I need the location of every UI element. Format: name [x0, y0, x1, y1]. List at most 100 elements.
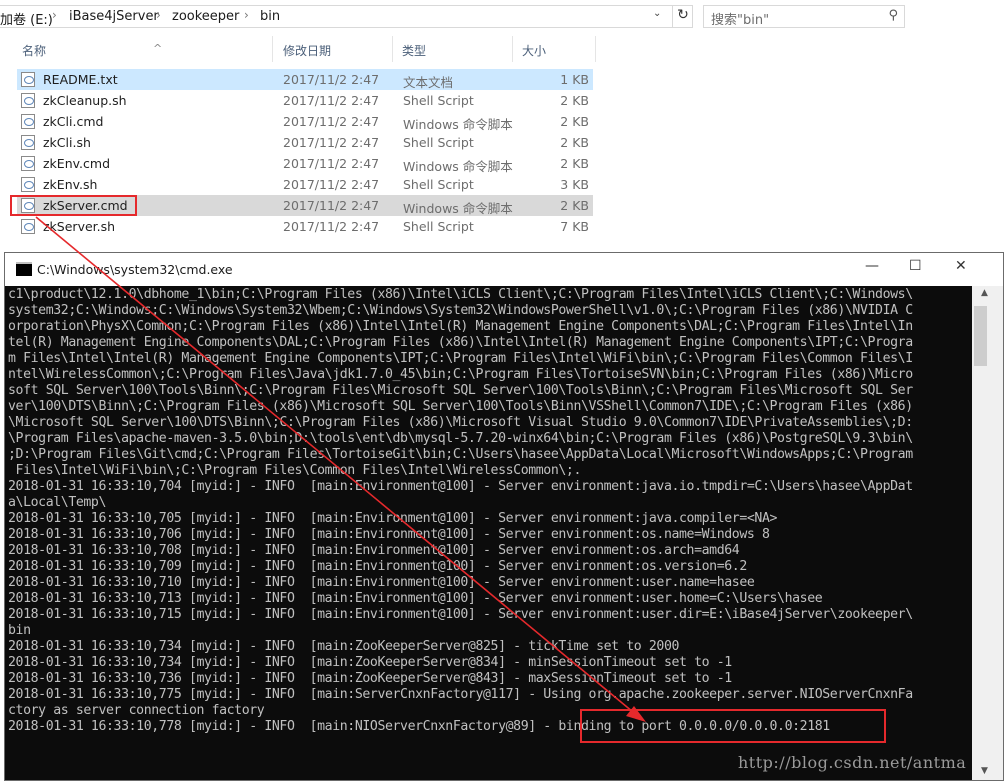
- breadcrumb-bin[interactable]: bin: [260, 9, 280, 24]
- file-date: 2017/11/2 2:47: [283, 177, 380, 192]
- console-line: ctory as server connection factory: [8, 703, 265, 718]
- column-divider[interactable]: [392, 36, 393, 62]
- column-type[interactable]: 类型: [402, 42, 426, 59]
- scrollbar[interactable]: ▲ ▼: [972, 286, 1003, 780]
- refresh-icon[interactable]: ↻: [672, 5, 693, 28]
- file-size: 1 KB: [560, 72, 589, 87]
- text-file-icon: [21, 72, 35, 87]
- file-type: Windows 命令脚本: [403, 201, 513, 216]
- file-name: zkCleanup.sh: [43, 93, 127, 108]
- console-line: Files\Intel\WiFi\bin\;C:\Program Files\C…: [8, 463, 582, 478]
- console-line: tel(R) Management Engine Components\DAL;…: [8, 335, 913, 350]
- console-line: soft SQL Server\100\Tools\Binn\;C:\Progr…: [8, 383, 913, 398]
- file-row[interactable]: README.txt 2017/11/2 2:47 文本文档 1 KB: [17, 69, 593, 90]
- file-date: 2017/11/2 2:47: [283, 72, 380, 87]
- console-line: a\Local\Temp\: [8, 495, 107, 510]
- breadcrumb-separator-icon: ›: [156, 8, 161, 22]
- file-type: Shell Script: [403, 219, 474, 234]
- highlight-box-zkserver-cmd: [10, 195, 137, 216]
- file-explorer: 加卷 (E:) › iBase4jServer › zookeeper › bi…: [0, 0, 918, 250]
- chevron-down-icon[interactable]: ⌄: [653, 8, 661, 19]
- file-row[interactable]: zkEnv.cmd 2017/11/2 2:47 Windows 命令脚本 2 …: [17, 153, 593, 174]
- breadcrumb-ibase4jserver[interactable]: iBase4jServer: [69, 9, 159, 24]
- address-bar[interactable]: 加卷 (E:) › iBase4jServer › zookeeper › bi…: [0, 5, 693, 28]
- scroll-down-icon[interactable]: ▼: [981, 766, 988, 776]
- file-size: 7 KB: [560, 219, 589, 234]
- minimize-icon[interactable]: —: [865, 258, 879, 274]
- breadcrumb-zookeeper[interactable]: zookeeper: [172, 9, 239, 24]
- file-date: 2017/11/2 2:47: [283, 198, 380, 213]
- console-line: ntel\WirelessCommon\;C:\Program Files\Ja…: [8, 367, 913, 382]
- search-input[interactable]: 搜索"bin" ⚲: [703, 5, 905, 28]
- file-type: Shell Script: [403, 135, 474, 150]
- console-line: 2018-01-31 16:33:10,706 [myid:] - INFO […: [8, 527, 770, 542]
- highlight-box-binding-port: [580, 709, 886, 743]
- column-headers: ^ 名称 修改日期 类型 大小: [10, 36, 596, 62]
- column-size[interactable]: 大小: [522, 42, 546, 59]
- column-name[interactable]: 名称: [22, 42, 46, 59]
- console-line: ;D:\Program Files\Git\cmd;C:\Program Fil…: [8, 447, 913, 462]
- maximize-icon[interactable]: ☐: [909, 258, 922, 274]
- file-type: Windows 命令脚本: [403, 117, 513, 132]
- file-size: 2 KB: [560, 198, 589, 213]
- breadcrumb-separator-icon: ›: [52, 8, 57, 22]
- console-line: 2018-01-31 16:33:10,734 [myid:] - INFO […: [8, 655, 732, 670]
- file-name: zkEnv.sh: [43, 177, 98, 192]
- scrollbar-thumb[interactable]: [974, 306, 987, 366]
- column-divider[interactable]: [512, 36, 513, 62]
- console-line: c1\product\12.1.0\dbhome_1\bin;C:\Progra…: [8, 287, 913, 302]
- file-size: 2 KB: [560, 135, 589, 150]
- file-date: 2017/11/2 2:47: [283, 156, 380, 171]
- column-divider[interactable]: [272, 36, 273, 62]
- file-size: 2 KB: [560, 93, 589, 108]
- script-file-icon: [21, 114, 35, 129]
- file-date: 2017/11/2 2:47: [283, 135, 380, 150]
- breadcrumb-drive[interactable]: 加卷 (E:): [0, 9, 53, 28]
- file-date: 2017/11/2 2:47: [283, 93, 380, 108]
- file-name: zkEnv.cmd: [43, 156, 111, 171]
- console-line: bin: [8, 623, 31, 638]
- cmd-titlebar[interactable]: C:\Windows\system32\cmd.exe — ☐ ✕: [5, 253, 1003, 286]
- scroll-up-icon[interactable]: ▲: [981, 288, 988, 298]
- breadcrumb-separator-icon: ›: [244, 8, 249, 22]
- file-row[interactable]: zkCli.cmd 2017/11/2 2:47 Windows 命令脚本 2 …: [17, 111, 593, 132]
- file-size: 2 KB: [560, 114, 589, 129]
- search-placeholder: 搜索"bin": [711, 13, 770, 28]
- console-line: \Program Files\apache-maven-3.5.0\bin;D:…: [8, 431, 913, 446]
- script-file-icon: [21, 156, 35, 171]
- file-name: zkCli.cmd: [43, 114, 104, 129]
- console-line: 2018-01-31 16:33:10,704 [myid:] - INFO […: [8, 479, 913, 494]
- file-type: Shell Script: [403, 93, 474, 108]
- console-line: 2018-01-31 16:33:10,705 [myid:] - INFO […: [8, 511, 778, 526]
- console-line: 2018-01-31 16:33:10,715 [myid:] - INFO […: [8, 607, 913, 622]
- close-icon[interactable]: ✕: [955, 258, 967, 274]
- sort-arrow-icon: ^: [153, 42, 163, 55]
- file-name: zkServer.sh: [43, 219, 116, 234]
- script-file-icon: [21, 219, 35, 234]
- console-line: 2018-01-31 16:33:10,734 [myid:] - INFO […: [8, 639, 680, 654]
- console-line: 2018-01-31 16:33:10,736 [myid:] - INFO […: [8, 671, 732, 686]
- file-size: 2 KB: [560, 156, 589, 171]
- file-date: 2017/11/2 2:47: [283, 219, 380, 234]
- file-name: zkCli.sh: [43, 135, 91, 150]
- script-file-icon: [21, 135, 35, 150]
- console-line: \Microsoft SQL Server\100\DTS\Binn\;C:\P…: [8, 415, 913, 430]
- file-row[interactable]: zkCli.sh 2017/11/2 2:47 Shell Script 2 K…: [17, 132, 593, 153]
- file-type: 文本文档: [403, 75, 454, 90]
- file-row[interactable]: zkServer.sh 2017/11/2 2:47 Shell Script …: [17, 216, 593, 237]
- column-date[interactable]: 修改日期: [283, 42, 331, 59]
- column-divider[interactable]: [595, 36, 596, 62]
- console-line: 2018-01-31 16:33:10,709 [myid:] - INFO […: [8, 559, 747, 574]
- script-file-icon: [21, 93, 35, 108]
- file-type: Windows 命令脚本: [403, 159, 513, 174]
- console-line: m Files\Intel\Intel(R) Management Engine…: [8, 351, 913, 366]
- console-line: orporation\PhysX\Common;C:\Program Files…: [8, 319, 913, 334]
- file-size: 3 KB: [560, 177, 589, 192]
- cmd-title: C:\Windows\system32\cmd.exe: [37, 262, 233, 277]
- file-row[interactable]: zkCleanup.sh 2017/11/2 2:47 Shell Script…: [17, 90, 593, 111]
- console-line: 2018-01-31 16:33:10,775 [myid:] - INFO […: [8, 687, 913, 702]
- console-output[interactable]: c1\product\12.1.0\dbhome_1\bin;C:\Progra…: [5, 286, 972, 780]
- console-line: system32;C:\Windows;C:\Windows\System32\…: [8, 303, 913, 318]
- file-row[interactable]: zkEnv.sh 2017/11/2 2:47 Shell Script 3 K…: [17, 174, 593, 195]
- file-type: Shell Script: [403, 177, 474, 192]
